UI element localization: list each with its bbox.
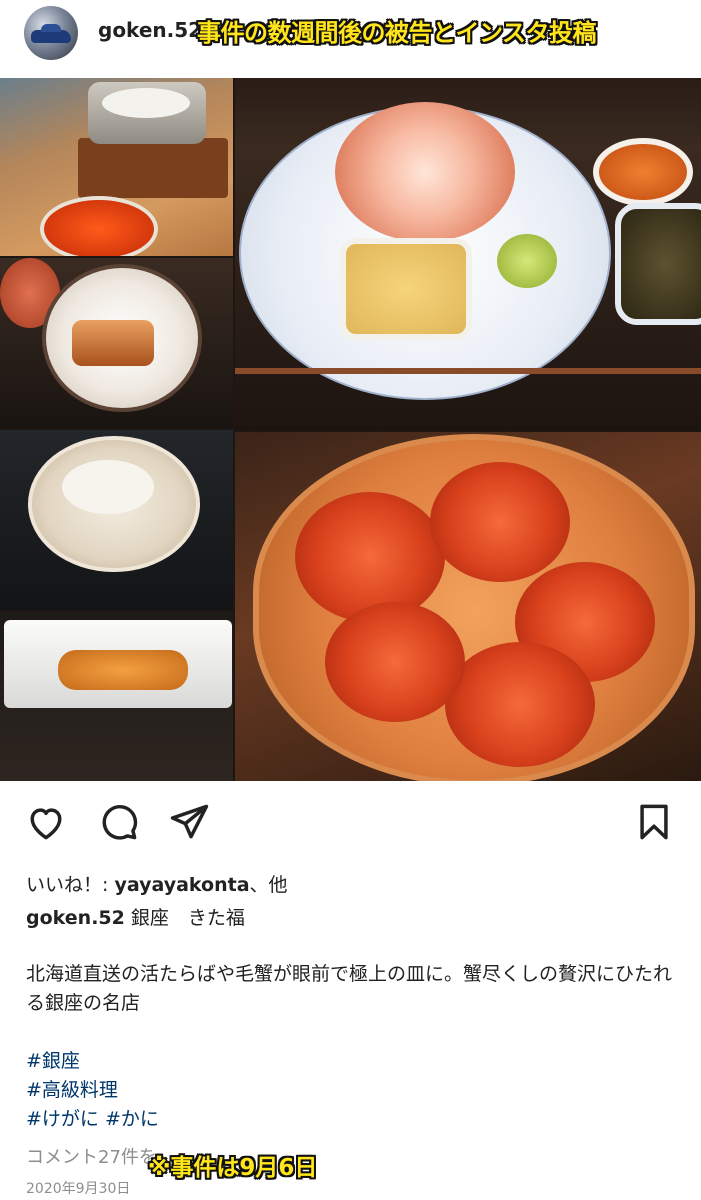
post-header: goken.52 事件の数週間後の被告とインスタ投稿 [0,0,701,70]
photo-kegani-plate [235,78,701,430]
caption-username[interactable]: goken.52 [26,907,125,929]
caption-header: goken.52 銀座 きた福 [26,903,245,930]
post-username[interactable]: goken.52 [98,18,202,42]
likes-prefix: いいね！: [26,874,115,896]
hashtag-item[interactable]: #銀座 [26,1047,159,1076]
photo-collage[interactable] [0,78,701,781]
note-overlay-text: ※事件は9月6日 [148,1155,318,1181]
likes-user[interactable]: yayayakonta [114,874,249,896]
photo-rice-pot-and-ikura [0,78,233,256]
post-date: 2020年9月30日 [26,1181,131,1197]
photo-unagi-rice-bowl [0,258,233,428]
bookmark-icon[interactable] [632,800,676,844]
photo-kegani-tub [235,432,701,781]
likes-suffix: 、他 [249,874,288,896]
caption-text: 北海道直送の活たらばや毛蟹が眼前で極上の皿に。蟹尽くしの贅沢にひたれる銀座の名店 [26,963,673,1014]
hashtag-list: #銀座 #高級料理 #けがに #かに [26,1047,159,1134]
avatar-car-image [31,24,71,43]
comment-icon[interactable] [97,800,141,844]
avatar[interactable] [24,6,78,60]
photo-fish-soup [0,430,233,610]
photo-uni-tempura [0,612,233,781]
action-bar [0,800,701,846]
caption-overlay-text: 事件の数週間後の被告とインスタ投稿 [197,19,597,47]
send-icon[interactable] [167,800,211,844]
caption-location: 銀座 きた福 [130,907,245,929]
hashtag-item[interactable]: #けがに #かに [26,1105,159,1134]
hashtag-item[interactable]: #高級料理 [26,1076,159,1105]
likes-line[interactable]: いいね！: yayayakonta、他 [26,870,288,897]
heart-icon[interactable] [24,800,68,844]
